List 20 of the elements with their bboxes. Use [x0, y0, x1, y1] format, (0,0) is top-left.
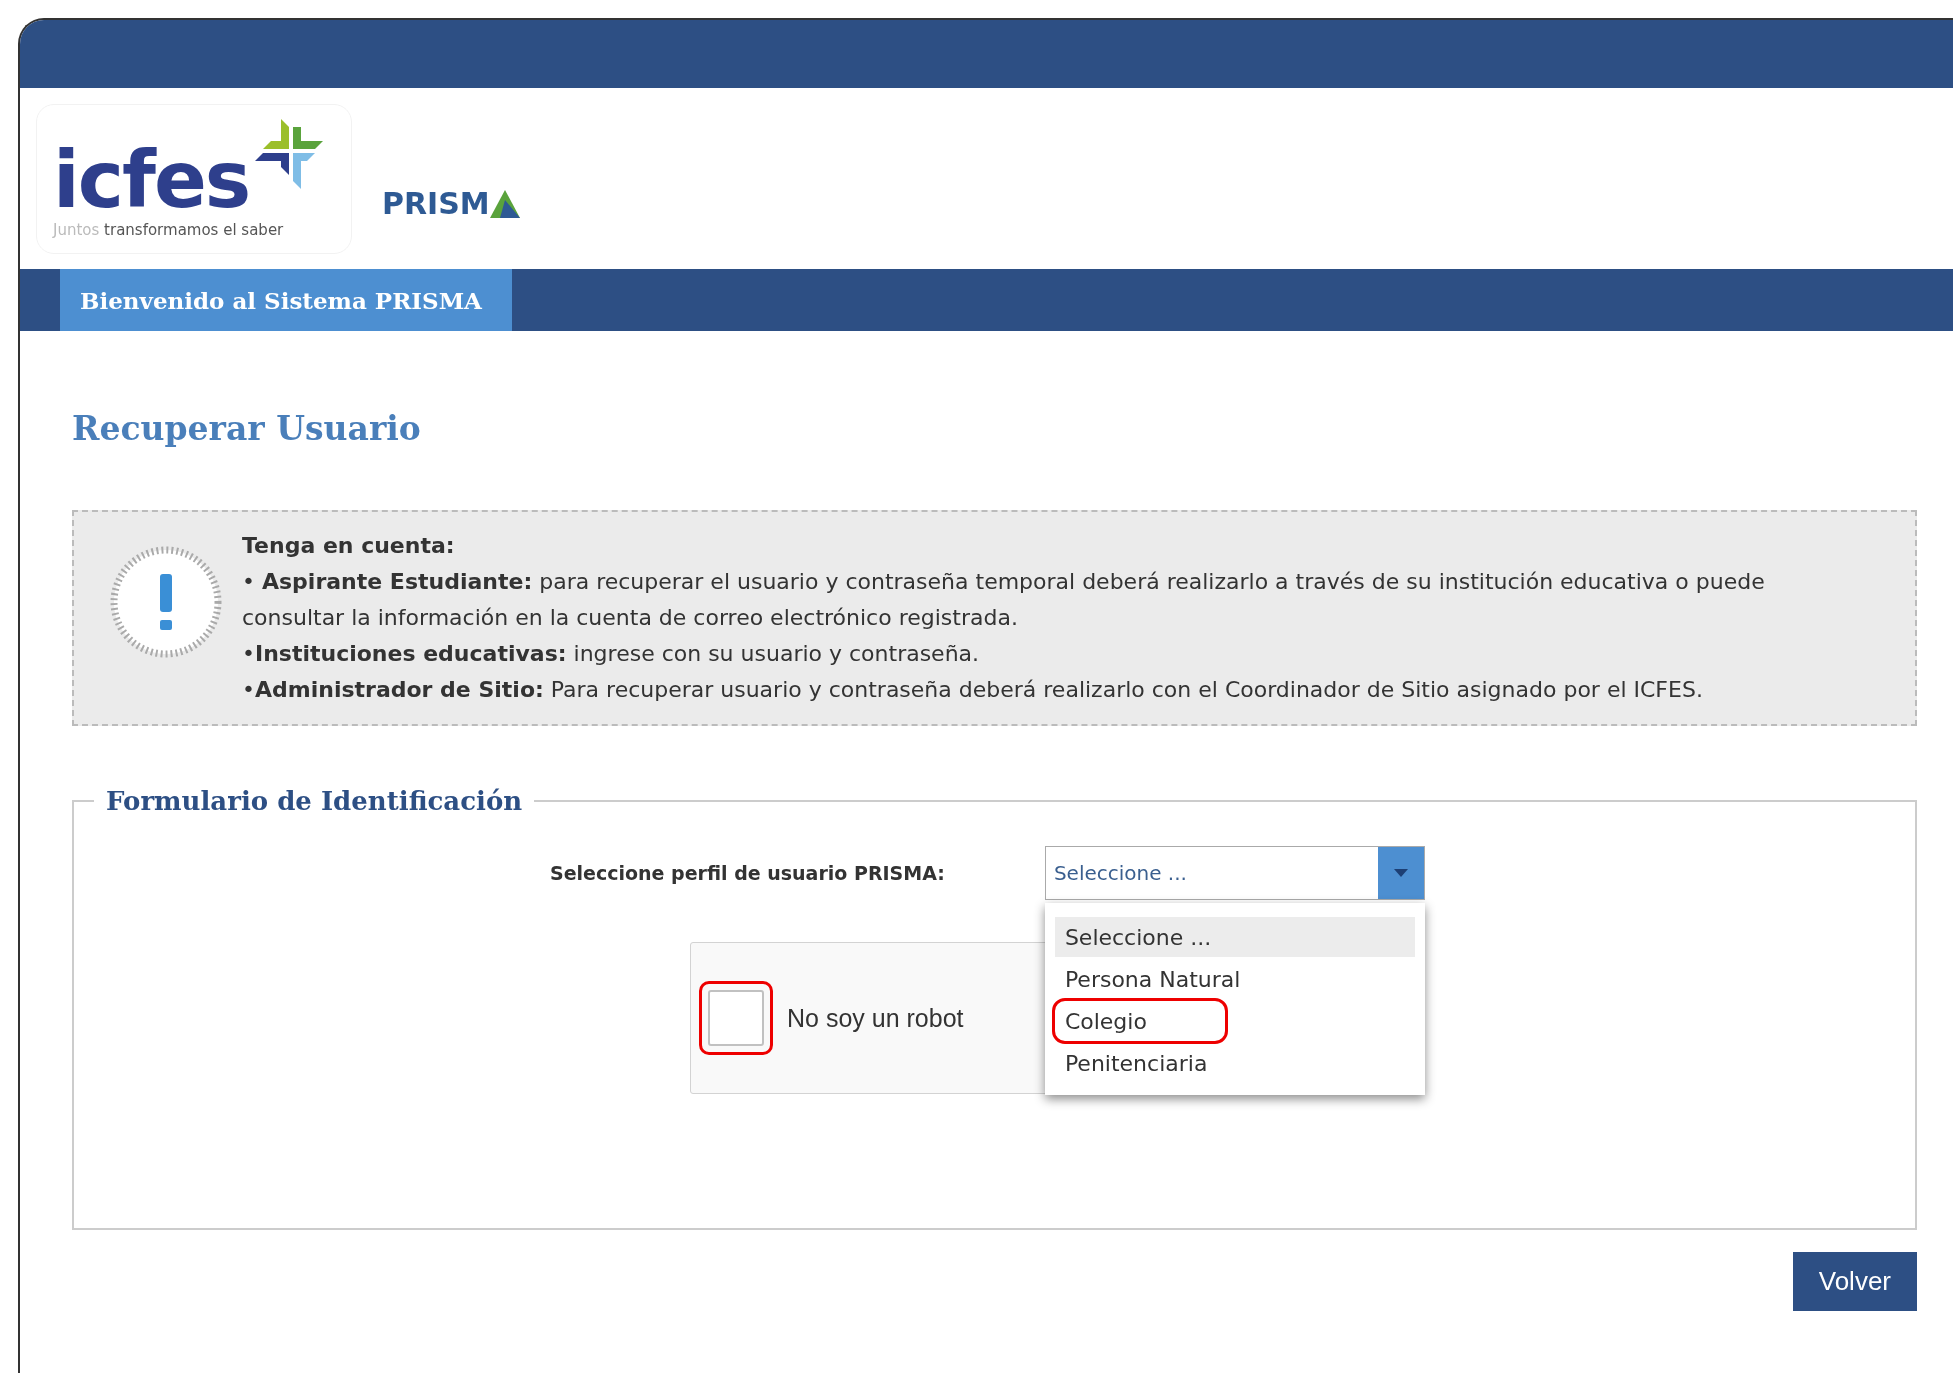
caret-icon	[1393, 869, 1408, 877]
dropdown-option[interactable]: Seleccione ...	[1054, 917, 1415, 957]
captcha-checkbox[interactable]	[708, 990, 764, 1046]
back-button[interactable]: Volver	[1792, 1252, 1917, 1311]
logo-tagline: Juntos transformamos el saber	[53, 220, 285, 239]
logo-text: icfes	[53, 140, 250, 219]
notice-heading: Tenga en cuenta:	[242, 532, 456, 560]
notice-text: • Aspirante Estudiante: para recuperar el usuario y contraseña temporal deberá realizarlo a través de su institución educativa o puede consultar la información en la cuenta de correo electrónico registrada.	[242, 568, 1766, 632]
dropdown-option[interactable]: Penitenciaria	[1054, 1043, 1415, 1083]
notice-text: •Instituciones educativas: ingrese con su usuario y contraseña.	[242, 640, 981, 668]
dropdown-option[interactable]: Colegio	[1054, 1001, 1225, 1041]
exclamation-icon	[108, 544, 224, 660]
captcha-label: No soy un robot	[787, 1003, 964, 1033]
form-legend: Formulario de Identificación	[94, 786, 535, 816]
profile-label: Seleccione perfil de usuario PRISMA:	[550, 862, 945, 884]
page-title: Recuperar Usuario	[72, 409, 422, 448]
triangle-logo-icon	[489, 189, 520, 218]
dropdown-option[interactable]: Persona Natural	[1054, 959, 1415, 999]
notice-text: •Administrador de Sitio: Para recuperar usuario y contraseña deberá realizarlo con el Coordinador de Sitio asignado por el ICFES.	[242, 676, 1704, 704]
product-name: PRISM	[382, 186, 490, 221]
